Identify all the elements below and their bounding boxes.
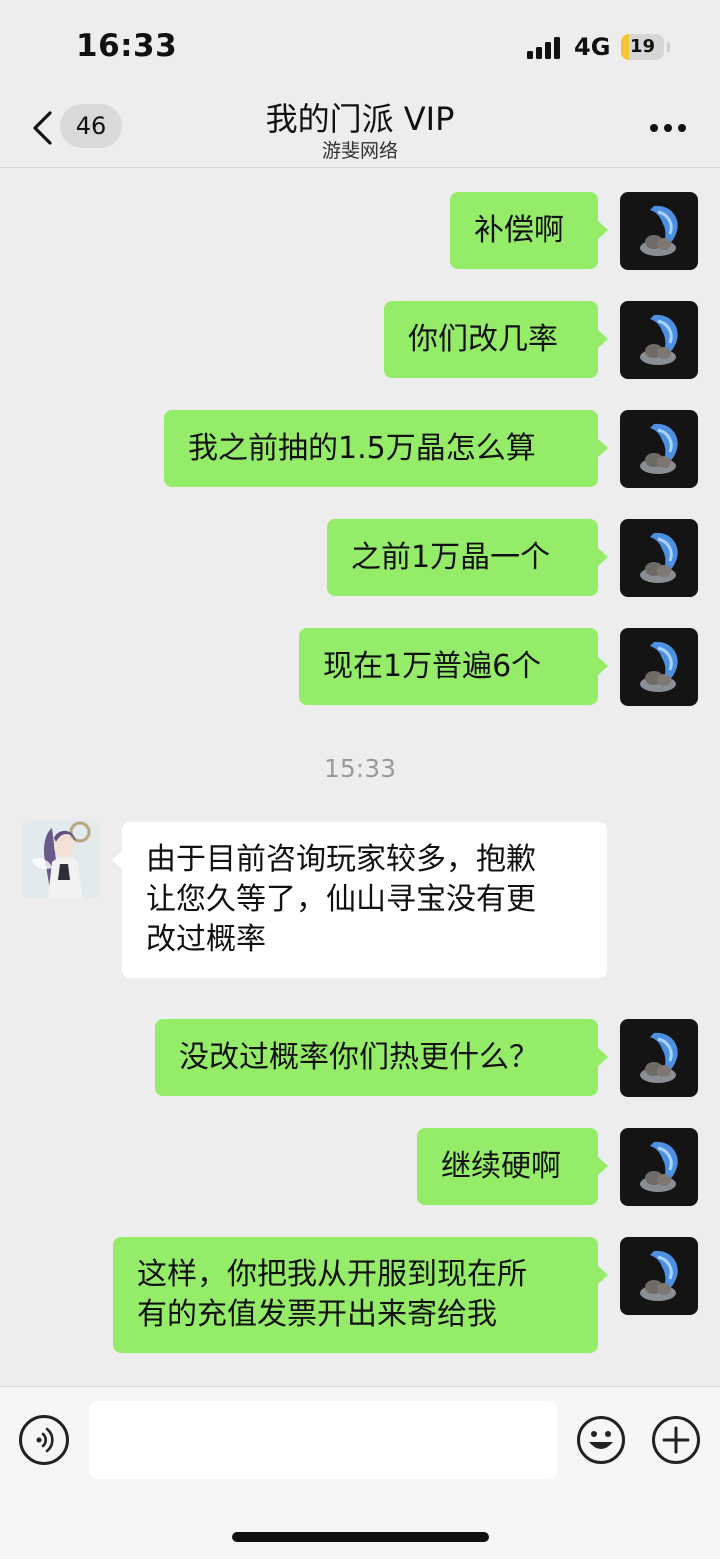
emoji-icon[interactable] [576, 1415, 626, 1465]
message-text: 之前1万晶一个 [351, 540, 551, 575]
message-line: 让您久等了，仙山寻宝没有更 [146, 882, 536, 917]
outgoing-message[interactable]: 我之前抽的1.5万晶怎么算 [164, 410, 608, 487]
chat-header: 46 我的门派 VIP 游斐网络 [0, 90, 720, 168]
network-type: 4G [574, 33, 611, 61]
message-line: 改过概率 [146, 922, 266, 957]
message-line: 这样，你把我从开服到现在所 [137, 1257, 527, 1292]
cellular-signal-icon [527, 37, 563, 59]
my-avatar[interactable] [620, 1019, 698, 1097]
message-text: 现在1万普遍6个 [323, 649, 542, 684]
message-text: 我之前抽的1.5万晶怎么算 [188, 431, 536, 466]
voice-wave-icon [36, 1427, 54, 1453]
more-options-icon[interactable] [648, 122, 688, 134]
message-text: 继续硬啊 [441, 1149, 561, 1184]
my-avatar[interactable] [620, 1128, 698, 1206]
outgoing-message[interactable]: 这样，你把我从开服到现在所 有的充值发票开出来寄给我 [113, 1237, 608, 1353]
avatar-art [640, 1141, 678, 1192]
add-more-icon[interactable] [651, 1415, 701, 1465]
message-line: 有的充值发票开出来寄给我 [137, 1297, 497, 1332]
message-input[interactable] [89, 1401, 557, 1479]
voice-input-button[interactable] [19, 1415, 69, 1465]
my-avatar[interactable] [620, 192, 698, 270]
battery-icon: 19 [621, 34, 664, 60]
avatar-art [640, 1250, 678, 1301]
chat-title: 我的门派 VIP [265, 100, 455, 138]
outgoing-message[interactable]: 你们改几率 [384, 301, 608, 378]
battery-tip [667, 42, 670, 52]
outgoing-message[interactable]: 补偿啊 [450, 192, 608, 269]
status-time: 16:33 [76, 28, 178, 64]
avatar-art [640, 532, 678, 583]
outgoing-message[interactable]: 现在1万普遍6个 [299, 628, 608, 705]
my-avatar[interactable] [620, 301, 698, 379]
avatar-art [640, 1032, 678, 1083]
outgoing-message[interactable]: 之前1万晶一个 [327, 519, 608, 596]
agent-avatar[interactable] [22, 820, 100, 898]
message-text: 补偿啊 [474, 213, 564, 248]
message-timestamp: 15:33 [323, 754, 397, 783]
my-avatar[interactable] [620, 628, 698, 706]
my-avatar[interactable] [620, 519, 698, 597]
message-text: 没改过概率你们热更什么？ [179, 1040, 539, 1075]
avatar-art [640, 423, 678, 474]
message-text: 你们改几率 [408, 322, 558, 357]
incoming-message[interactable]: 由于目前咨询玩家较多，抱歉 让您久等了，仙山寻宝没有更 改过概率 [112, 822, 607, 978]
home-indicator [232, 1532, 489, 1542]
message-line: 由于目前咨询玩家较多，抱歉 [146, 842, 536, 877]
my-avatar[interactable] [620, 1237, 698, 1315]
battery-level: 19 [629, 36, 656, 57]
status-bar: 16:33 4G 19 [0, 0, 720, 90]
my-avatar[interactable] [620, 410, 698, 488]
avatar-art [640, 641, 678, 692]
avatar-art [640, 314, 678, 365]
avatar-art [22, 820, 100, 898]
outgoing-message[interactable]: 没改过概率你们热更什么？ [155, 1019, 608, 1096]
outgoing-message[interactable]: 继续硬啊 [417, 1128, 608, 1205]
chat-subtitle: 游斐网络 [321, 140, 398, 162]
avatar-art [640, 205, 678, 256]
